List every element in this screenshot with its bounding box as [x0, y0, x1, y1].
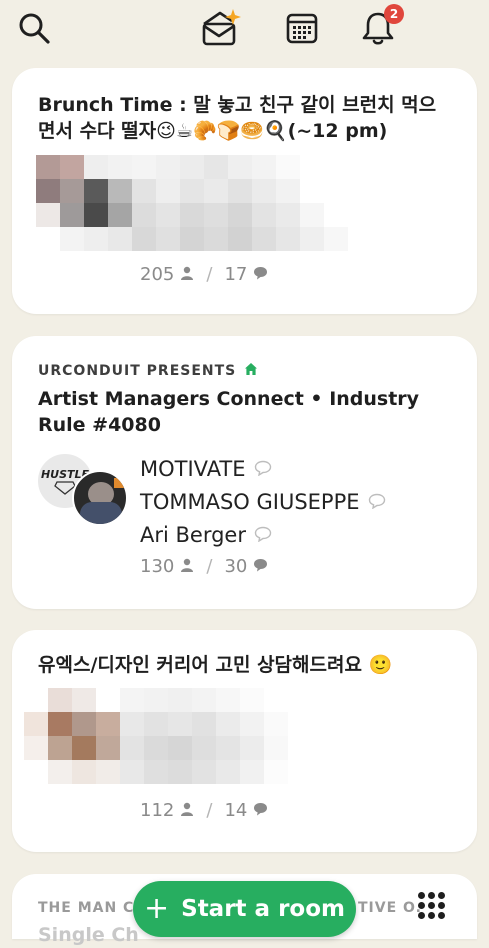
room-title: 유엑스/디자인 커리어 고민 상담해드려요 🙂	[38, 654, 393, 676]
room-stats: 205 / 17	[140, 264, 268, 285]
person-icon	[180, 264, 194, 285]
speaker-count: 17	[224, 264, 248, 285]
notification-badge: 2	[384, 4, 404, 24]
listener-count: 112	[140, 800, 175, 821]
start-room-button[interactable]: + Start a room	[133, 881, 356, 937]
speaker-count: 30	[224, 556, 248, 577]
speaker-avatars-blurred	[36, 155, 348, 251]
room-title: Artist Managers Connect • Industry Rule …	[38, 388, 420, 436]
speaker-avatars: HUSTLE	[36, 452, 128, 526]
chat-bubble-icon	[253, 800, 268, 821]
chat-bubble-outline-icon	[254, 523, 272, 547]
room-stats: 130 / 30	[140, 556, 268, 577]
club-name-end: TIVE O.	[358, 900, 422, 916]
plus-icon: +	[143, 891, 170, 926]
start-room-label: Start a room	[181, 896, 345, 922]
notifications-bell-icon[interactable]: 2	[358, 4, 404, 48]
listener-count: 130	[140, 556, 175, 577]
speaker-row[interactable]: Ari Berger	[140, 518, 386, 551]
listener-count: 205	[140, 264, 175, 285]
person-icon	[180, 556, 194, 577]
speaker-list: MOTIVATE TOMMASO GIUSEPPE Ari Berger	[140, 452, 386, 551]
speaker-count: 14	[224, 800, 248, 821]
room-title: Single Ch	[38, 924, 139, 946]
speaker-row[interactable]: TOMMASO GIUSEPPE	[140, 485, 386, 518]
room-card[interactable]: URCONDUIT PRESENTS Artist Managers Conne…	[12, 336, 477, 609]
speaker-row[interactable]: MOTIVATE	[140, 452, 386, 485]
chat-bubble-outline-icon	[368, 490, 386, 514]
person-icon	[180, 800, 194, 821]
room-card[interactable]: Brunch Time : 말 놓고 친구 같이 브런치 먹으면서 수다 떨자😉…	[12, 68, 477, 314]
top-bar: 2	[0, 0, 489, 60]
chat-bubble-outline-icon	[254, 457, 272, 481]
room-stats: 112 / 14	[140, 800, 268, 821]
calendar-icon[interactable]	[282, 8, 322, 48]
room-card[interactable]: 유엑스/디자인 커리어 고민 상담해드려요 🙂 112 / 14	[12, 630, 477, 852]
club-name: THE MAN C	[38, 900, 135, 916]
grid-menu-icon[interactable]	[418, 892, 445, 919]
profile-avatar[interactable]	[427, 0, 475, 48]
club-name: URCONDUIT PRESENTS	[38, 362, 258, 380]
search-icon[interactable]	[14, 8, 54, 48]
speaker-photo-avatar	[72, 470, 128, 526]
speaker-avatars-blurred	[24, 688, 288, 784]
chat-bubble-icon	[253, 264, 268, 285]
home-icon	[244, 362, 258, 380]
room-title: Brunch Time : 말 놓고 친구 같이 브런치 먹으면서 수다 떨자😉…	[38, 94, 437, 142]
chat-bubble-icon	[253, 556, 268, 577]
stats-divider: /	[206, 800, 213, 821]
stats-divider: /	[206, 556, 213, 577]
invite-envelope-icon[interactable]	[198, 6, 244, 48]
stats-divider: /	[206, 264, 213, 285]
